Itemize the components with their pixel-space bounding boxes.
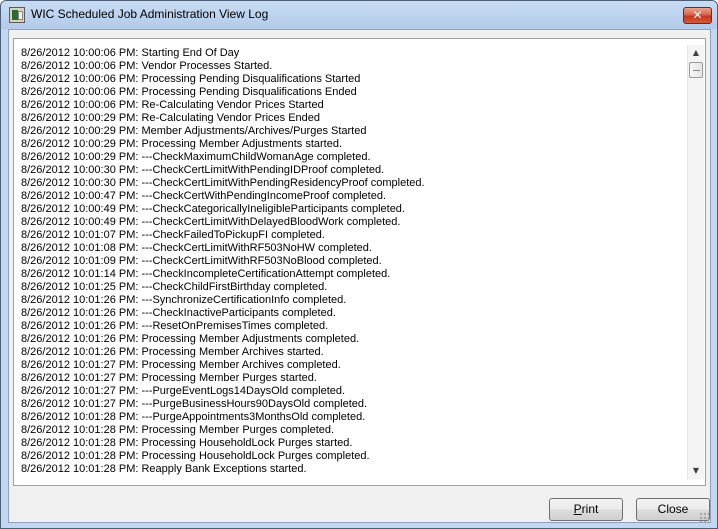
log-line: 8/26/2012 10:01:14 PM: ---CheckIncomplet… [21,268,391,280]
log-text-area: 8/26/2012 10:00:06 PM: Starting End Of D… [21,47,693,475]
log-line: 8/26/2012 10:01:28 PM: Processing Househ… [21,450,370,462]
log-line: 8/26/2012 10:01:26 PM: ---CheckInactiveP… [21,307,336,319]
log-line: 8/26/2012 10:01:28 PM: Processing Member… [21,424,335,436]
log-line: 8/26/2012 10:01:27 PM: ---PurgeBusinessH… [21,398,368,410]
title-bar[interactable]: WIC Scheduled Job Administration View Lo… [1,1,717,29]
dialog-body: 8/26/2012 10:00:06 PM: Starting End Of D… [8,29,711,523]
log-line: 8/26/2012 10:00:49 PM: ---CheckCertLimit… [21,216,401,228]
log-line: 8/26/2012 10:00:30 PM: ---CheckCertLimit… [21,177,425,189]
log-line: 8/26/2012 10:00:06 PM: Processing Pendin… [21,73,361,85]
scroll-up-arrow-icon[interactable]: ▲ [688,45,704,61]
log-line: 8/26/2012 10:01:09 PM: ---CheckCertLimit… [21,255,382,267]
log-line: 8/26/2012 10:01:28 PM: Reapply Bank Exce… [21,463,307,475]
log-line: 8/26/2012 10:00:06 PM: Starting End Of D… [21,47,240,59]
log-line: 8/26/2012 10:00:06 PM: Vendor Processes … [21,60,273,72]
log-line: 8/26/2012 10:00:06 PM: Processing Pendin… [21,86,357,98]
log-line: 8/26/2012 10:01:28 PM: ---PurgeAppointme… [21,411,366,423]
log-line: 8/26/2012 10:01:07 PM: ---CheckFailedToP… [21,229,325,241]
log-line: 8/26/2012 10:01:25 PM: ---CheckChildFirs… [21,281,328,293]
size-grip-icon[interactable] [699,512,709,522]
log-line: 8/26/2012 10:00:06 PM: Re-Calculating Ve… [21,99,324,111]
log-line: 8/26/2012 10:00:29 PM: ---CheckMaximumCh… [21,151,371,163]
log-line: 8/26/2012 10:01:27 PM: Processing Member… [21,359,341,371]
log-line: 8/26/2012 10:01:26 PM: ---SynchronizeCer… [21,294,347,306]
log-line: 8/26/2012 10:01:26 PM: Processing Member… [21,346,324,358]
log-line: 8/26/2012 10:01:28 PM: Processing Househ… [21,437,353,449]
print-button[interactable]: Print [549,498,623,521]
log-line: 8/26/2012 10:00:29 PM: Member Adjustment… [21,125,367,137]
vertical-scrollbar[interactable]: ▲ ▼ [687,45,704,479]
view-log-window: WIC Scheduled Job Administration View Lo… [0,0,718,529]
close-icon[interactable]: ✕ [683,7,712,24]
scroll-down-arrow-icon[interactable]: ▼ [688,463,704,479]
window-title: WIC Scheduled Job Administration View Lo… [31,7,269,21]
log-line: 8/26/2012 10:01:08 PM: ---CheckCertLimit… [21,242,372,254]
log-line: 8/26/2012 10:01:27 PM: Processing Member… [21,372,317,384]
log-line: 8/26/2012 10:01:27 PM: ---PurgeEventLogs… [21,385,346,397]
print-label-rest: rint [581,502,599,516]
log-line: 8/26/2012 10:00:29 PM: Processing Member… [21,138,343,150]
log-lines: 8/26/2012 10:00:06 PM: Starting End Of D… [21,47,693,475]
log-line: 8/26/2012 10:00:29 PM: Re-Calculating Ve… [21,112,321,124]
scroll-thumb[interactable] [689,62,703,78]
print-mnemonic: P [573,502,582,516]
log-line: 8/26/2012 10:00:49 PM: ---CheckCategoric… [21,203,405,215]
log-line: 8/26/2012 10:00:30 PM: ---CheckCertLimit… [21,164,385,176]
app-icon [9,7,25,23]
log-line: 8/26/2012 10:01:26 PM: ---ResetOnPremise… [21,320,329,332]
log-line: 8/26/2012 10:00:47 PM: ---CheckCertWithP… [21,190,387,202]
log-textbox[interactable]: 8/26/2012 10:00:06 PM: Starting End Of D… [13,38,706,486]
log-line: 8/26/2012 10:01:26 PM: Processing Member… [21,333,360,345]
